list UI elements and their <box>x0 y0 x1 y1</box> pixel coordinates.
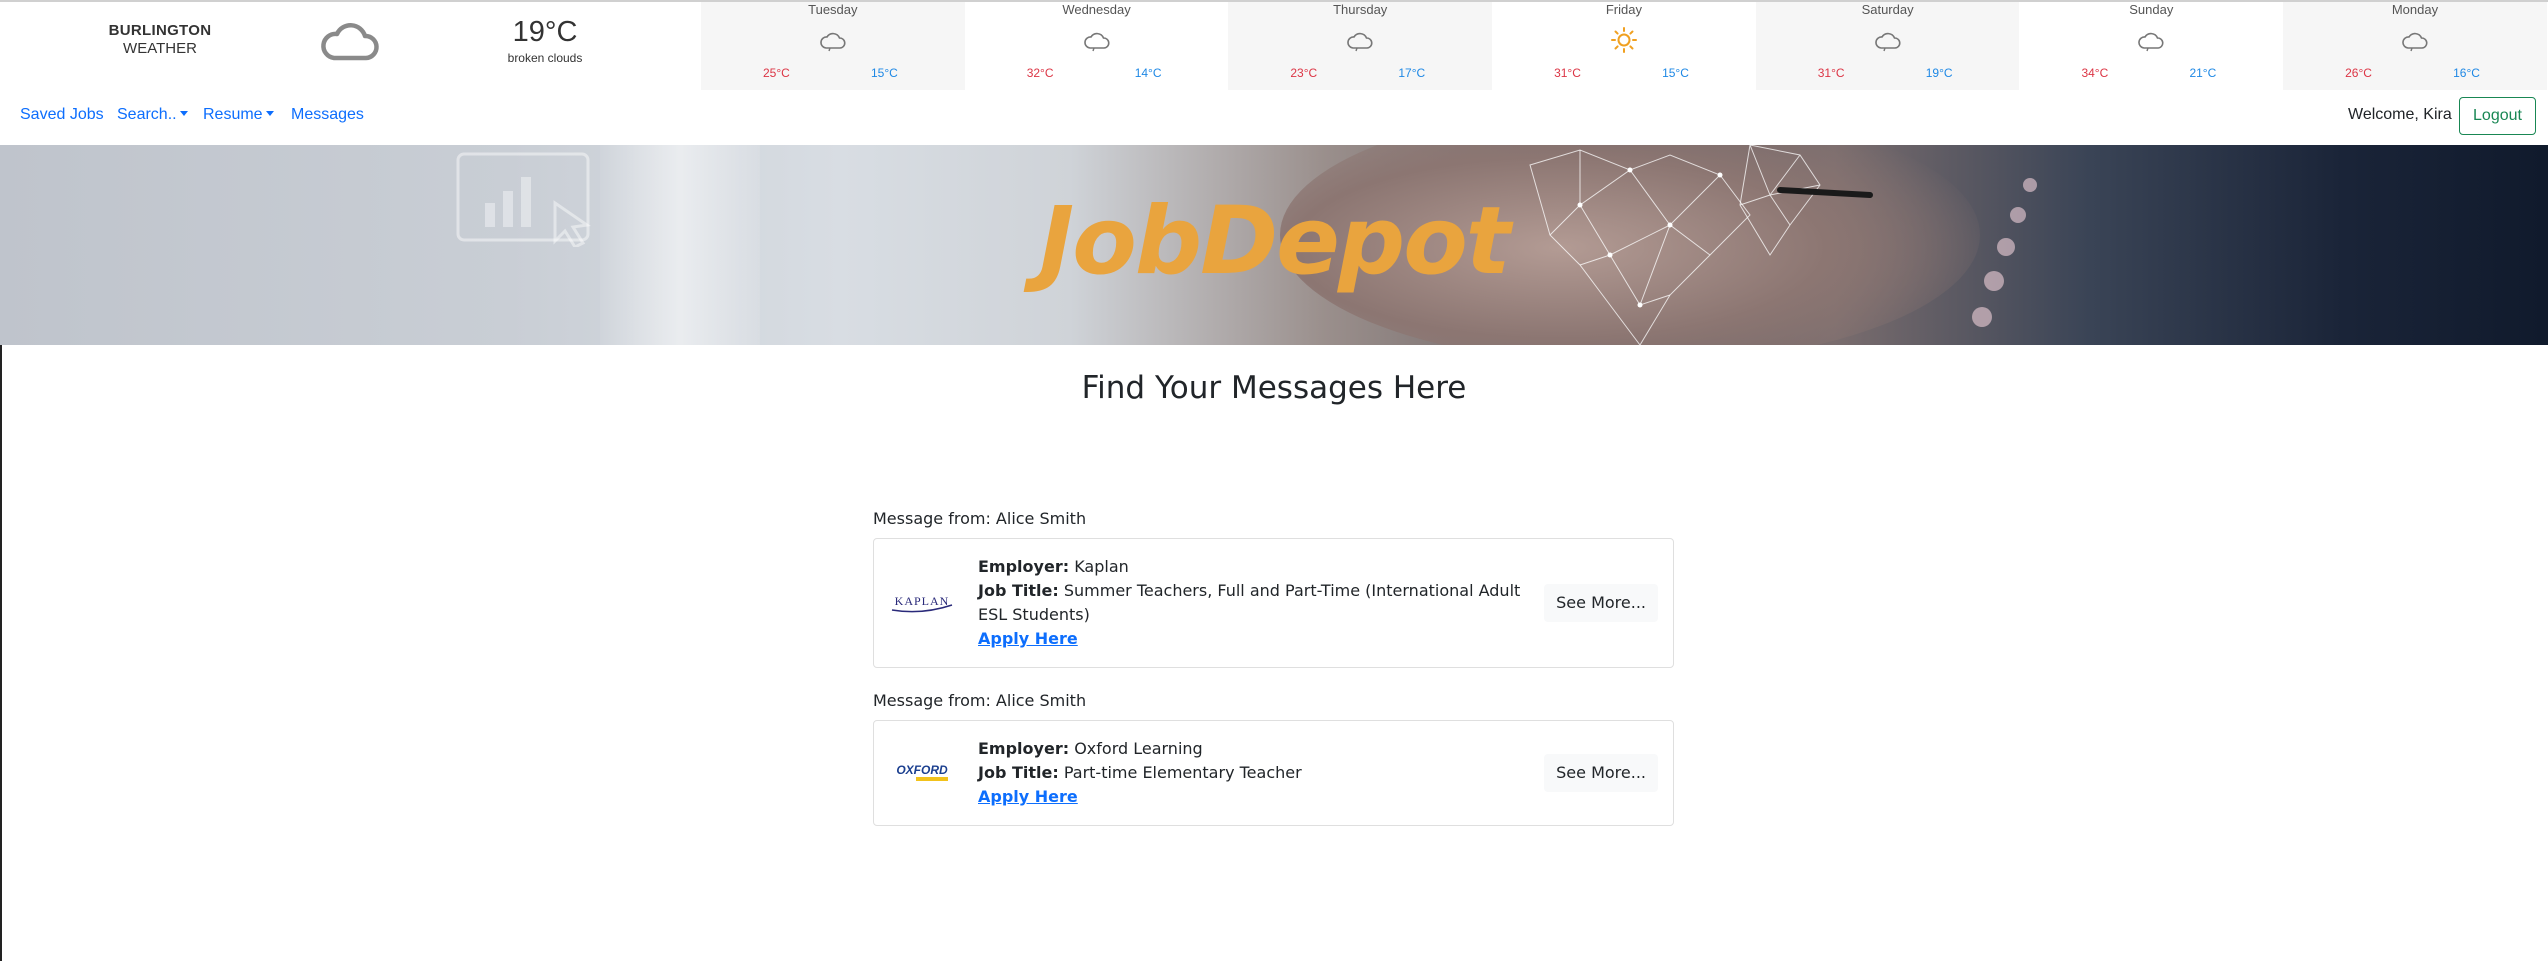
welcome-text: Welcome, Kira <box>2348 106 2452 123</box>
forecast-low: 15°C <box>871 66 898 80</box>
nav-resume-label: Resume <box>203 106 263 123</box>
cloud-icon <box>1347 32 1373 52</box>
cloud-icon <box>2402 32 2428 52</box>
forecast-days: Tuesday 25°C 15°C Wednesday 32°C 14°C Th… <box>701 2 2547 90</box>
kaplan-logo-text: KAPLAN <box>895 594 950 608</box>
logout-button[interactable]: Logout <box>2459 97 2536 135</box>
cloud-icon <box>321 23 379 61</box>
weather-location: BURLINGTON WEATHER <box>60 22 260 57</box>
forecast-low: 14°C <box>1134 66 1162 80</box>
nav-messages[interactable]: Messages <box>291 106 364 124</box>
weather-widget: BURLINGTON WEATHER 19°C broken clouds Tu… <box>0 0 2548 90</box>
forecast-day: Friday 31°C 15°C <box>1492 2 1756 90</box>
weather-label: WEATHER <box>123 40 197 57</box>
employer-label: Employer: <box>978 557 1070 576</box>
forecast-day: Wednesday 32°C 14°C <box>965 2 1229 90</box>
cloud-icon <box>820 32 846 52</box>
forecast-day-name: Tuesday <box>808 2 858 17</box>
cloud-icon <box>1874 32 1901 52</box>
forecast-low: 19°C <box>1925 66 1953 80</box>
job-title: Part-time Elementary Teacher <box>1063 763 1302 782</box>
nav-resume-dropdown[interactable]: Resume <box>203 106 274 124</box>
see-more-button[interactable]: See More... <box>1544 584 1658 622</box>
forecast-day-name: Friday <box>1605 2 1642 17</box>
forecast-day: Tuesday 25°C 15°C <box>701 2 965 90</box>
hero-banner: JobDepot <box>0 145 2548 345</box>
job-title-line: Job Title: Part-time Elementary Teacher <box>978 761 1538 785</box>
apply-here-link[interactable]: Apply Here <box>978 629 1078 648</box>
job-title-label: Job Title: <box>978 763 1059 782</box>
nav-saved-jobs[interactable]: Saved Jobs <box>20 106 104 124</box>
oxford-learning-logo: OXFORD <box>896 763 948 781</box>
forecast-day-name: Wednesday <box>1062 2 1131 17</box>
employer-name: Oxford Learning <box>1074 739 1203 758</box>
forecast-low: 21°C <box>2189 66 2217 80</box>
forecast-high: 32°C <box>1026 66 1054 80</box>
employer-line: Employer: Kaplan <box>978 555 1538 579</box>
kaplan-logo: KAPLAN <box>891 594 953 613</box>
message-details: Employer: Kaplan Job Title: Summer Teach… <box>978 555 1538 651</box>
message-card: OXFORD Employer: Oxford Learning Job Tit… <box>873 720 1674 826</box>
current-weather: 19°C broken clouds <box>470 16 620 65</box>
forecast-high: 25°C <box>763 66 790 80</box>
forecast-day: Saturday 31°C 19°C <box>1755 2 2020 90</box>
forecast-high: 34°C <box>2081 66 2109 80</box>
navbar: Saved Jobs Search.. Resume Messages <box>0 96 2548 138</box>
employer-name: Kaplan <box>1074 557 1129 576</box>
forecast-day: Thursday 23°C 17°C <box>1228 2 1493 90</box>
sun-icon <box>1610 27 1637 53</box>
employer-line: Employer: Oxford Learning <box>978 737 1538 761</box>
current-description: broken clouds <box>507 51 583 65</box>
job-title: Summer Teachers, Full and Part-Time (Int… <box>978 581 1521 624</box>
forecast-low: 15°C <box>1662 66 1689 80</box>
forecast-low: 16°C <box>2453 66 2480 80</box>
message-card: KAPLAN Employer: Kaplan Job Title: Summe… <box>873 538 1674 668</box>
nav-search-dropdown[interactable]: Search.. <box>117 106 188 124</box>
forecast-high: 31°C <box>1554 66 1581 80</box>
forecast-day: Sunday 34°C 21°C <box>2019 2 2283 90</box>
forecast-high: 23°C <box>1290 66 1318 80</box>
message-details: Employer: Oxford Learning Job Title: Par… <box>978 737 1538 809</box>
nav-search-label: Search.. <box>117 106 177 123</box>
see-more-button[interactable]: See More... <box>1544 754 1658 792</box>
job-title-label: Job Title: <box>978 581 1059 600</box>
forecast-high: 26°C <box>2345 66 2372 80</box>
forecast-day-name: Saturday <box>1861 2 1914 17</box>
message-sender: Message from: Alice Smith <box>873 691 1087 710</box>
forecast-low: 17°C <box>1398 66 1426 80</box>
apply-here-link[interactable]: Apply Here <box>978 787 1078 806</box>
forecast-day: Monday 26°C 16°C <box>2283 2 2547 90</box>
message-sender: Message from: Alice Smith <box>873 509 1087 528</box>
employer-label: Employer: <box>978 739 1070 758</box>
forecast-day-name: Monday <box>2391 2 2439 17</box>
caret-down-icon <box>265 111 274 116</box>
jobdepot-logo: JobDepot <box>1039 187 1510 296</box>
weather-city: BURLINGTON <box>108 22 212 39</box>
oxford-logo-text: OXFORD <box>896 763 948 777</box>
page-title: Find Your Messages Here <box>1081 370 1467 406</box>
job-title-line: Job Title: Summer Teachers, Full and Par… <box>978 579 1538 627</box>
current-temp: 19°C <box>512 16 578 48</box>
forecast-day-name: Thursday <box>1333 2 1388 17</box>
forecast-high: 31°C <box>1817 66 1845 80</box>
page-left-border <box>0 345 2 961</box>
cloud-icon <box>1083 32 1110 52</box>
caret-down-icon <box>179 111 188 116</box>
forecast-day-name: Sunday <box>2129 2 2174 17</box>
cloud-icon <box>2138 32 2164 52</box>
